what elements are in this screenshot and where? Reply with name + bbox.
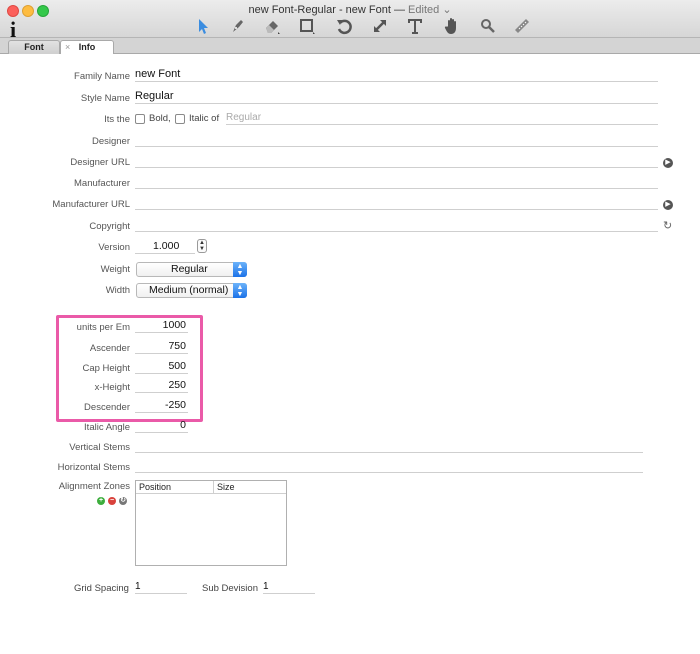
its-the-label: Its the xyxy=(104,114,130,125)
style-name-label: Style Name xyxy=(80,93,130,104)
family-name-field[interactable]: new Font xyxy=(135,68,658,82)
bold-label: Bold, xyxy=(149,113,171,124)
width-label: Width xyxy=(105,285,130,296)
weight-label: Weight xyxy=(100,264,130,275)
copyright-field[interactable] xyxy=(135,218,658,232)
grid-spacing-field[interactable]: 1 xyxy=(135,580,187,594)
version-minor: 000 xyxy=(161,240,180,252)
tab-font-label: Font xyxy=(24,42,44,52)
zones-column-position[interactable]: Position xyxy=(139,482,171,492)
sub-division-field[interactable]: 1 xyxy=(263,580,315,594)
version-label: Version xyxy=(98,242,130,253)
rectangle-icon[interactable] xyxy=(297,16,317,36)
add-zone-button[interactable]: + xyxy=(97,497,105,505)
italic-angle-label: Italic Angle xyxy=(84,422,130,433)
horizontal-stems-label: Horizontal Stems xyxy=(57,462,130,473)
title-dash: — xyxy=(393,4,405,16)
family-name-label: Family Name xyxy=(74,71,130,82)
alignment-zones-table[interactable]: Position Size xyxy=(135,480,287,566)
alignment-zones-label: Alignment Zones xyxy=(58,481,130,492)
ascender-label: Ascender xyxy=(89,343,130,354)
zones-table-header: Position Size xyxy=(136,481,286,494)
sub-division-label: Sub Devision xyxy=(202,583,258,594)
width-select[interactable]: Medium (normal) ▲ ▼ xyxy=(136,283,247,298)
title-bar: i new Font-Regular - new Font — Edited ⌄ xyxy=(0,0,700,42)
manufacturer-url-label: Manufacturer URL xyxy=(52,199,130,210)
open-url-arrow-icon[interactable]: ▶ xyxy=(663,158,673,168)
select-caret-icon: ▲ ▼ xyxy=(233,283,247,298)
ruler-icon[interactable] xyxy=(512,16,532,36)
select-caret-icon: ▲ ▼ xyxy=(233,262,247,277)
eraser-icon[interactable] xyxy=(262,16,282,36)
close-tab-icon[interactable]: × xyxy=(65,41,70,54)
designer-url-field[interactable] xyxy=(135,154,658,168)
remove-zone-button[interactable]: − xyxy=(108,497,116,505)
tab-info[interactable]: × Info xyxy=(60,40,114,54)
version-field[interactable]: 1.000 xyxy=(135,240,195,254)
horizontal-stems-field[interactable] xyxy=(135,459,643,473)
tab-font[interactable]: Font xyxy=(8,40,60,54)
grid-spacing-label: Grid Spacing xyxy=(74,583,129,594)
italic-of-placeholder: Regular xyxy=(226,112,262,123)
weight-select[interactable]: Regular ▲ ▼ xyxy=(136,262,247,277)
zoom-icon[interactable] xyxy=(478,16,498,36)
open-url-arrow-icon[interactable]: ▶ xyxy=(663,200,673,210)
manufacturer-url-field[interactable] xyxy=(135,196,658,210)
vertical-stems-field[interactable] xyxy=(135,439,643,453)
cap-height-field[interactable]: 500 xyxy=(135,360,188,374)
refresh-icon[interactable]: ↻ xyxy=(663,219,672,232)
window-title: new Font-Regular - new Font — Edited ⌄ xyxy=(0,3,700,16)
designer-label: Designer xyxy=(91,136,130,147)
weight-value: Regular xyxy=(171,263,208,275)
units-per-em-label: units per Em xyxy=(76,322,130,333)
designer-url-label: Designer URL xyxy=(70,157,130,168)
x-height-field[interactable]: 250 xyxy=(135,379,188,393)
pen-icon[interactable] xyxy=(228,16,248,36)
italic-of-field[interactable]: Regular xyxy=(226,111,658,125)
tab-bar: Font × Info xyxy=(0,38,700,54)
bold-checkbox[interactable] xyxy=(135,114,145,124)
tab-info-label: Info xyxy=(78,42,96,52)
manufacturer-field[interactable] xyxy=(135,175,658,189)
refresh-zones-button[interactable]: ↻ xyxy=(119,497,127,505)
italic-of-label: Italic of xyxy=(189,113,220,124)
select-arrow-icon[interactable] xyxy=(193,16,213,36)
zones-column-size[interactable]: Size xyxy=(217,482,235,492)
edited-status[interactable]: Edited xyxy=(408,4,439,16)
descender-label: Descender xyxy=(84,402,130,413)
column-divider xyxy=(213,481,214,494)
scale-icon[interactable] xyxy=(370,16,390,36)
italic-angle-field[interactable]: 0 xyxy=(135,419,188,433)
copyright-label: Copyright xyxy=(89,221,130,232)
designer-field[interactable] xyxy=(135,133,658,147)
ascender-field[interactable]: 750 xyxy=(135,340,188,354)
width-value: Medium (normal) xyxy=(149,284,229,296)
chevron-down-icon[interactable]: ⌄ xyxy=(442,4,451,16)
x-height-label: x-Height xyxy=(94,382,130,393)
cap-height-label: Cap Height xyxy=(82,363,130,374)
descender-field[interactable]: -250 xyxy=(135,399,188,413)
vertical-stems-label: Vertical Stems xyxy=(69,442,130,453)
manufacturer-label: Manufacturer xyxy=(74,178,130,189)
style-name-field[interactable]: Regular xyxy=(135,90,658,104)
document-title: new Font-Regular - new Font xyxy=(248,4,391,16)
version-stepper[interactable]: ▲ ▼ xyxy=(197,239,207,253)
units-per-em-field[interactable]: 1000 xyxy=(135,319,188,333)
text-icon[interactable] xyxy=(405,16,425,36)
italic-checkbox[interactable] xyxy=(175,114,185,124)
hand-icon[interactable] xyxy=(442,16,462,36)
rotate-icon[interactable] xyxy=(334,16,354,36)
